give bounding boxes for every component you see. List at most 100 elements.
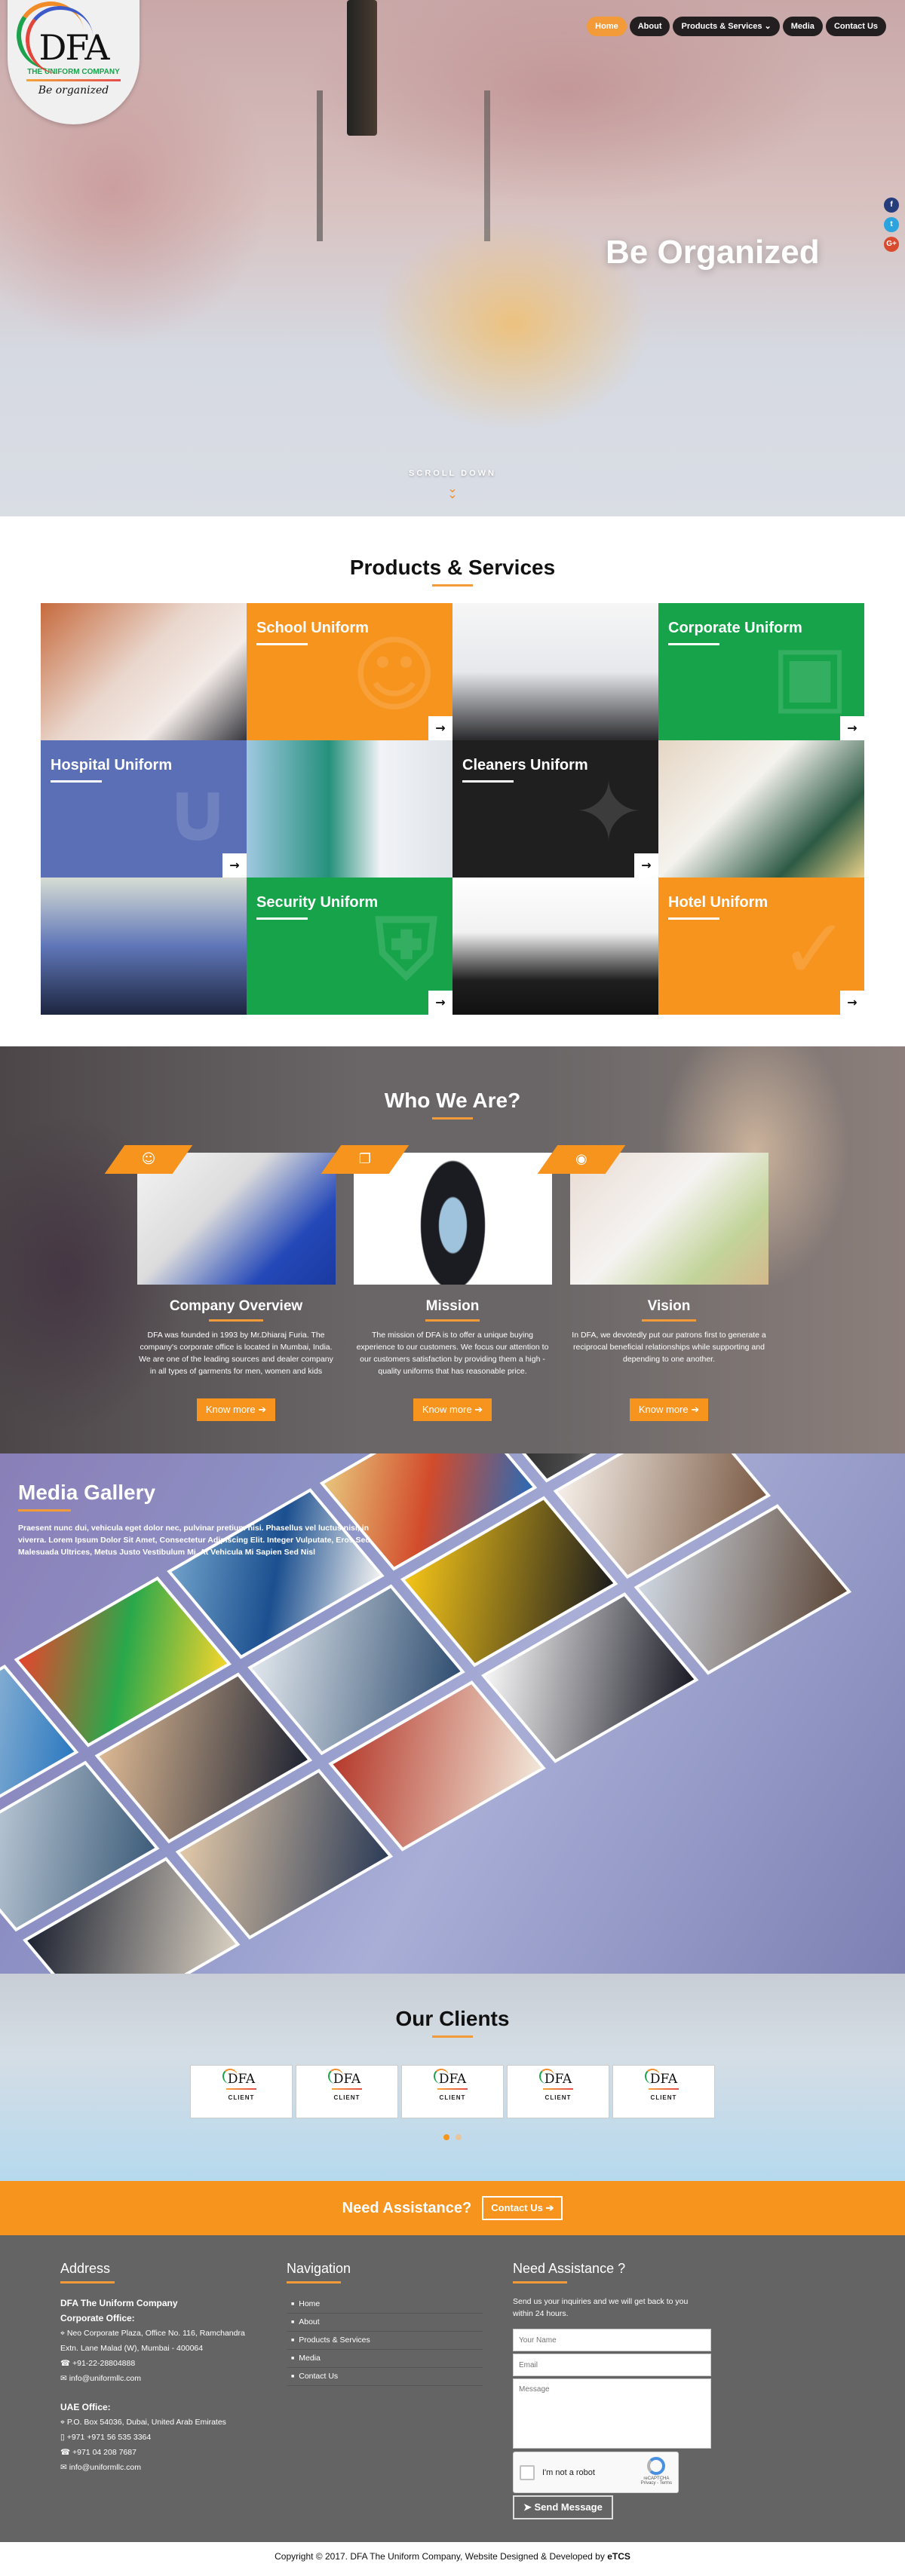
- card-text: DFA was founded in 1993 by Mr.Dhiaraj Fu…: [139, 1331, 333, 1376]
- logo-mark: DFA: [38, 27, 109, 68]
- tile-underline: [462, 780, 514, 783]
- hero-title: Be Organized: [606, 234, 820, 271]
- cubes-icon: ❐: [358, 1151, 371, 1167]
- school-uniform-photo: [41, 603, 247, 740]
- tile-title: Security Uniform: [256, 894, 379, 911]
- site-logo[interactable]: DFA THE UNIFORM COMPANY Be organized: [8, 0, 140, 124]
- send-message-button[interactable]: ➤ Send Message: [513, 2495, 613, 2519]
- uae-email[interactable]: ✉ info@uniformllc.com: [60, 2460, 256, 2475]
- carousel-dot-active[interactable]: [443, 2134, 449, 2140]
- client-logo[interactable]: DFA CLIENT: [190, 2065, 293, 2118]
- client-label: CLIENT: [228, 2094, 255, 2101]
- nav-contact-us[interactable]: Contact Us: [825, 17, 886, 36]
- tile-security-uniform[interactable]: ⛨ Security Uniform →: [247, 878, 452, 1015]
- arrow-right-icon[interactable]: →: [840, 716, 864, 740]
- recaptcha-logo: reCAPTCHA Privacy - Terms: [641, 2457, 672, 2486]
- carousel-dot[interactable]: [456, 2134, 462, 2140]
- copyright: Copyright © 2017. DFA The Uniform Compan…: [0, 2542, 905, 2572]
- recaptcha-checkbox[interactable]: [520, 2464, 535, 2480]
- tile-underline: [256, 643, 308, 645]
- know-more-button[interactable]: Know more ➔: [629, 1398, 709, 1421]
- clients-section: Our Clients DFA CLIENT DFA CLIENT DFA CLIEN…: [0, 1974, 905, 2181]
- arrow-right-icon[interactable]: →: [634, 853, 658, 878]
- form-intro: Send us your inquiries and we will get b…: [513, 2297, 689, 2318]
- card-text: The mission of DFA is to offer a unique …: [356, 1331, 549, 1376]
- contact-us-button[interactable]: Contact Us ➔: [482, 2196, 563, 2220]
- nav-about[interactable]: About: [629, 17, 670, 36]
- uae-mobile[interactable]: ▯ +971 +971 56 535 3364: [60, 2430, 256, 2445]
- recaptcha-links[interactable]: Privacy - Terms: [641, 2481, 672, 2486]
- badge: ☺: [104, 1145, 192, 1174]
- client-line: [226, 2088, 256, 2090]
- heading-underline: [60, 2281, 115, 2283]
- nav-products-services[interactable]: Products & Services ⌄: [673, 17, 780, 36]
- title-underline: [18, 1509, 71, 1512]
- copyright-text: Copyright © 2017. DFA The Uniform Compan…: [275, 2551, 608, 2562]
- nav-home[interactable]: Home: [587, 17, 627, 36]
- know-more-button[interactable]: Know more ➔: [413, 1398, 492, 1421]
- card-underline: [425, 1319, 480, 1322]
- arrow-right-icon[interactable]: →: [428, 716, 452, 740]
- name-input[interactable]: [513, 2329, 711, 2351]
- corporate-office-label: Corporate Office:: [60, 2313, 135, 2323]
- tile-underline: [668, 643, 719, 645]
- arrow-right-icon[interactable]: →: [840, 991, 864, 1015]
- tile-corporate-uniform[interactable]: ▣ Corporate Uniform →: [658, 603, 864, 740]
- media-description: Praesent nunc dui, vehicula eget dolor n…: [18, 1524, 370, 1557]
- card-title: Vision: [647, 1298, 691, 1314]
- client-label: CLIENT: [545, 2094, 572, 2101]
- developer-link[interactable]: eTCS: [607, 2551, 630, 2562]
- client-logo[interactable]: DFA CLIENT: [296, 2065, 398, 2118]
- client-mark: DFA: [508, 2069, 609, 2087]
- card-underline: [642, 1319, 696, 1322]
- shield-icon: ⛨: [375, 901, 438, 997]
- know-more-button[interactable]: Know more ➔: [196, 1398, 276, 1421]
- recaptcha-widget: I'm not a robot reCAPTCHA Privacy - Term…: [513, 2452, 679, 2493]
- footer-link-media[interactable]: Media: [287, 2350, 483, 2368]
- who-cards: ☺ Company Overview DFA was founded in 19…: [0, 1145, 905, 1421]
- hero-background-image: [317, 90, 490, 241]
- client-logo[interactable]: DFA CLIENT: [401, 2065, 504, 2118]
- chevron-double-down-icon[interactable]: ⌄ ⌄: [0, 482, 905, 501]
- tailoring-image: ◉: [537, 1145, 768, 1285]
- facebook-icon[interactable]: f: [884, 198, 899, 213]
- footer-link-home[interactable]: Home: [287, 2296, 483, 2314]
- social-links: f t G+: [884, 198, 899, 252]
- nav-media[interactable]: Media: [782, 17, 823, 36]
- client-line: [649, 2088, 679, 2090]
- twitter-icon[interactable]: t: [884, 217, 899, 232]
- tile-hotel-uniform[interactable]: ✓ Hotel Uniform →: [658, 878, 864, 1015]
- scroll-down-label[interactable]: SCROLL DOWN: [0, 469, 905, 478]
- eye-icon: ◉: [575, 1151, 587, 1167]
- cleaners-uniform-photo: [658, 740, 864, 878]
- message-textarea[interactable]: [513, 2378, 711, 2449]
- logo-needle-line: [26, 79, 121, 81]
- footer-link-contact-us[interactable]: Contact Us: [287, 2368, 483, 2386]
- arrow-right-icon[interactable]: →: [222, 853, 247, 878]
- footer-link-products-services[interactable]: Products & Services: [287, 2332, 483, 2350]
- client-label: CLIENT: [333, 2094, 360, 2101]
- title-underline: [432, 584, 473, 587]
- client-mark: DFA: [613, 2069, 714, 2087]
- client-logo[interactable]: DFA CLIENT: [507, 2065, 609, 2118]
- email-input[interactable]: [513, 2354, 711, 2376]
- hospital-uniform-photo: [247, 740, 452, 878]
- tile-school-uniform[interactable]: ☺ School Uniform →: [247, 603, 452, 740]
- products-grid: ☺ School Uniform → ▣ Corporate Uniform →…: [41, 603, 864, 1015]
- tile-hospital-uniform[interactable]: ∪ Hospital Uniform →: [41, 740, 247, 878]
- heading-underline: [513, 2281, 567, 2283]
- client-line: [437, 2088, 468, 2090]
- client-logo[interactable]: DFA CLIENT: [612, 2065, 715, 2118]
- footer-link-about[interactable]: About: [287, 2314, 483, 2332]
- corporate-phone[interactable]: ☎ +91-22-28804888: [60, 2356, 256, 2371]
- google-plus-icon[interactable]: G+: [884, 237, 899, 252]
- footer: Address DFA The Uniform Company Corporat…: [0, 2235, 905, 2542]
- media-gallery-section: Media Gallery Praesent nunc dui, vehicul…: [0, 1453, 905, 1974]
- arrow-right-icon[interactable]: →: [428, 991, 452, 1015]
- section-title: Products & Services: [349, 556, 556, 579]
- recaptcha-label: I'm not a robot: [542, 2467, 595, 2477]
- corporate-email[interactable]: ✉ info@uniformllc.com: [60, 2371, 256, 2386]
- uae-phone[interactable]: ☎ +971 04 208 7687: [60, 2445, 256, 2460]
- footer-heading: Need Assistance ?: [513, 2261, 626, 2276]
- tile-cleaners-uniform[interactable]: ✦ Cleaners Uniform →: [452, 740, 658, 878]
